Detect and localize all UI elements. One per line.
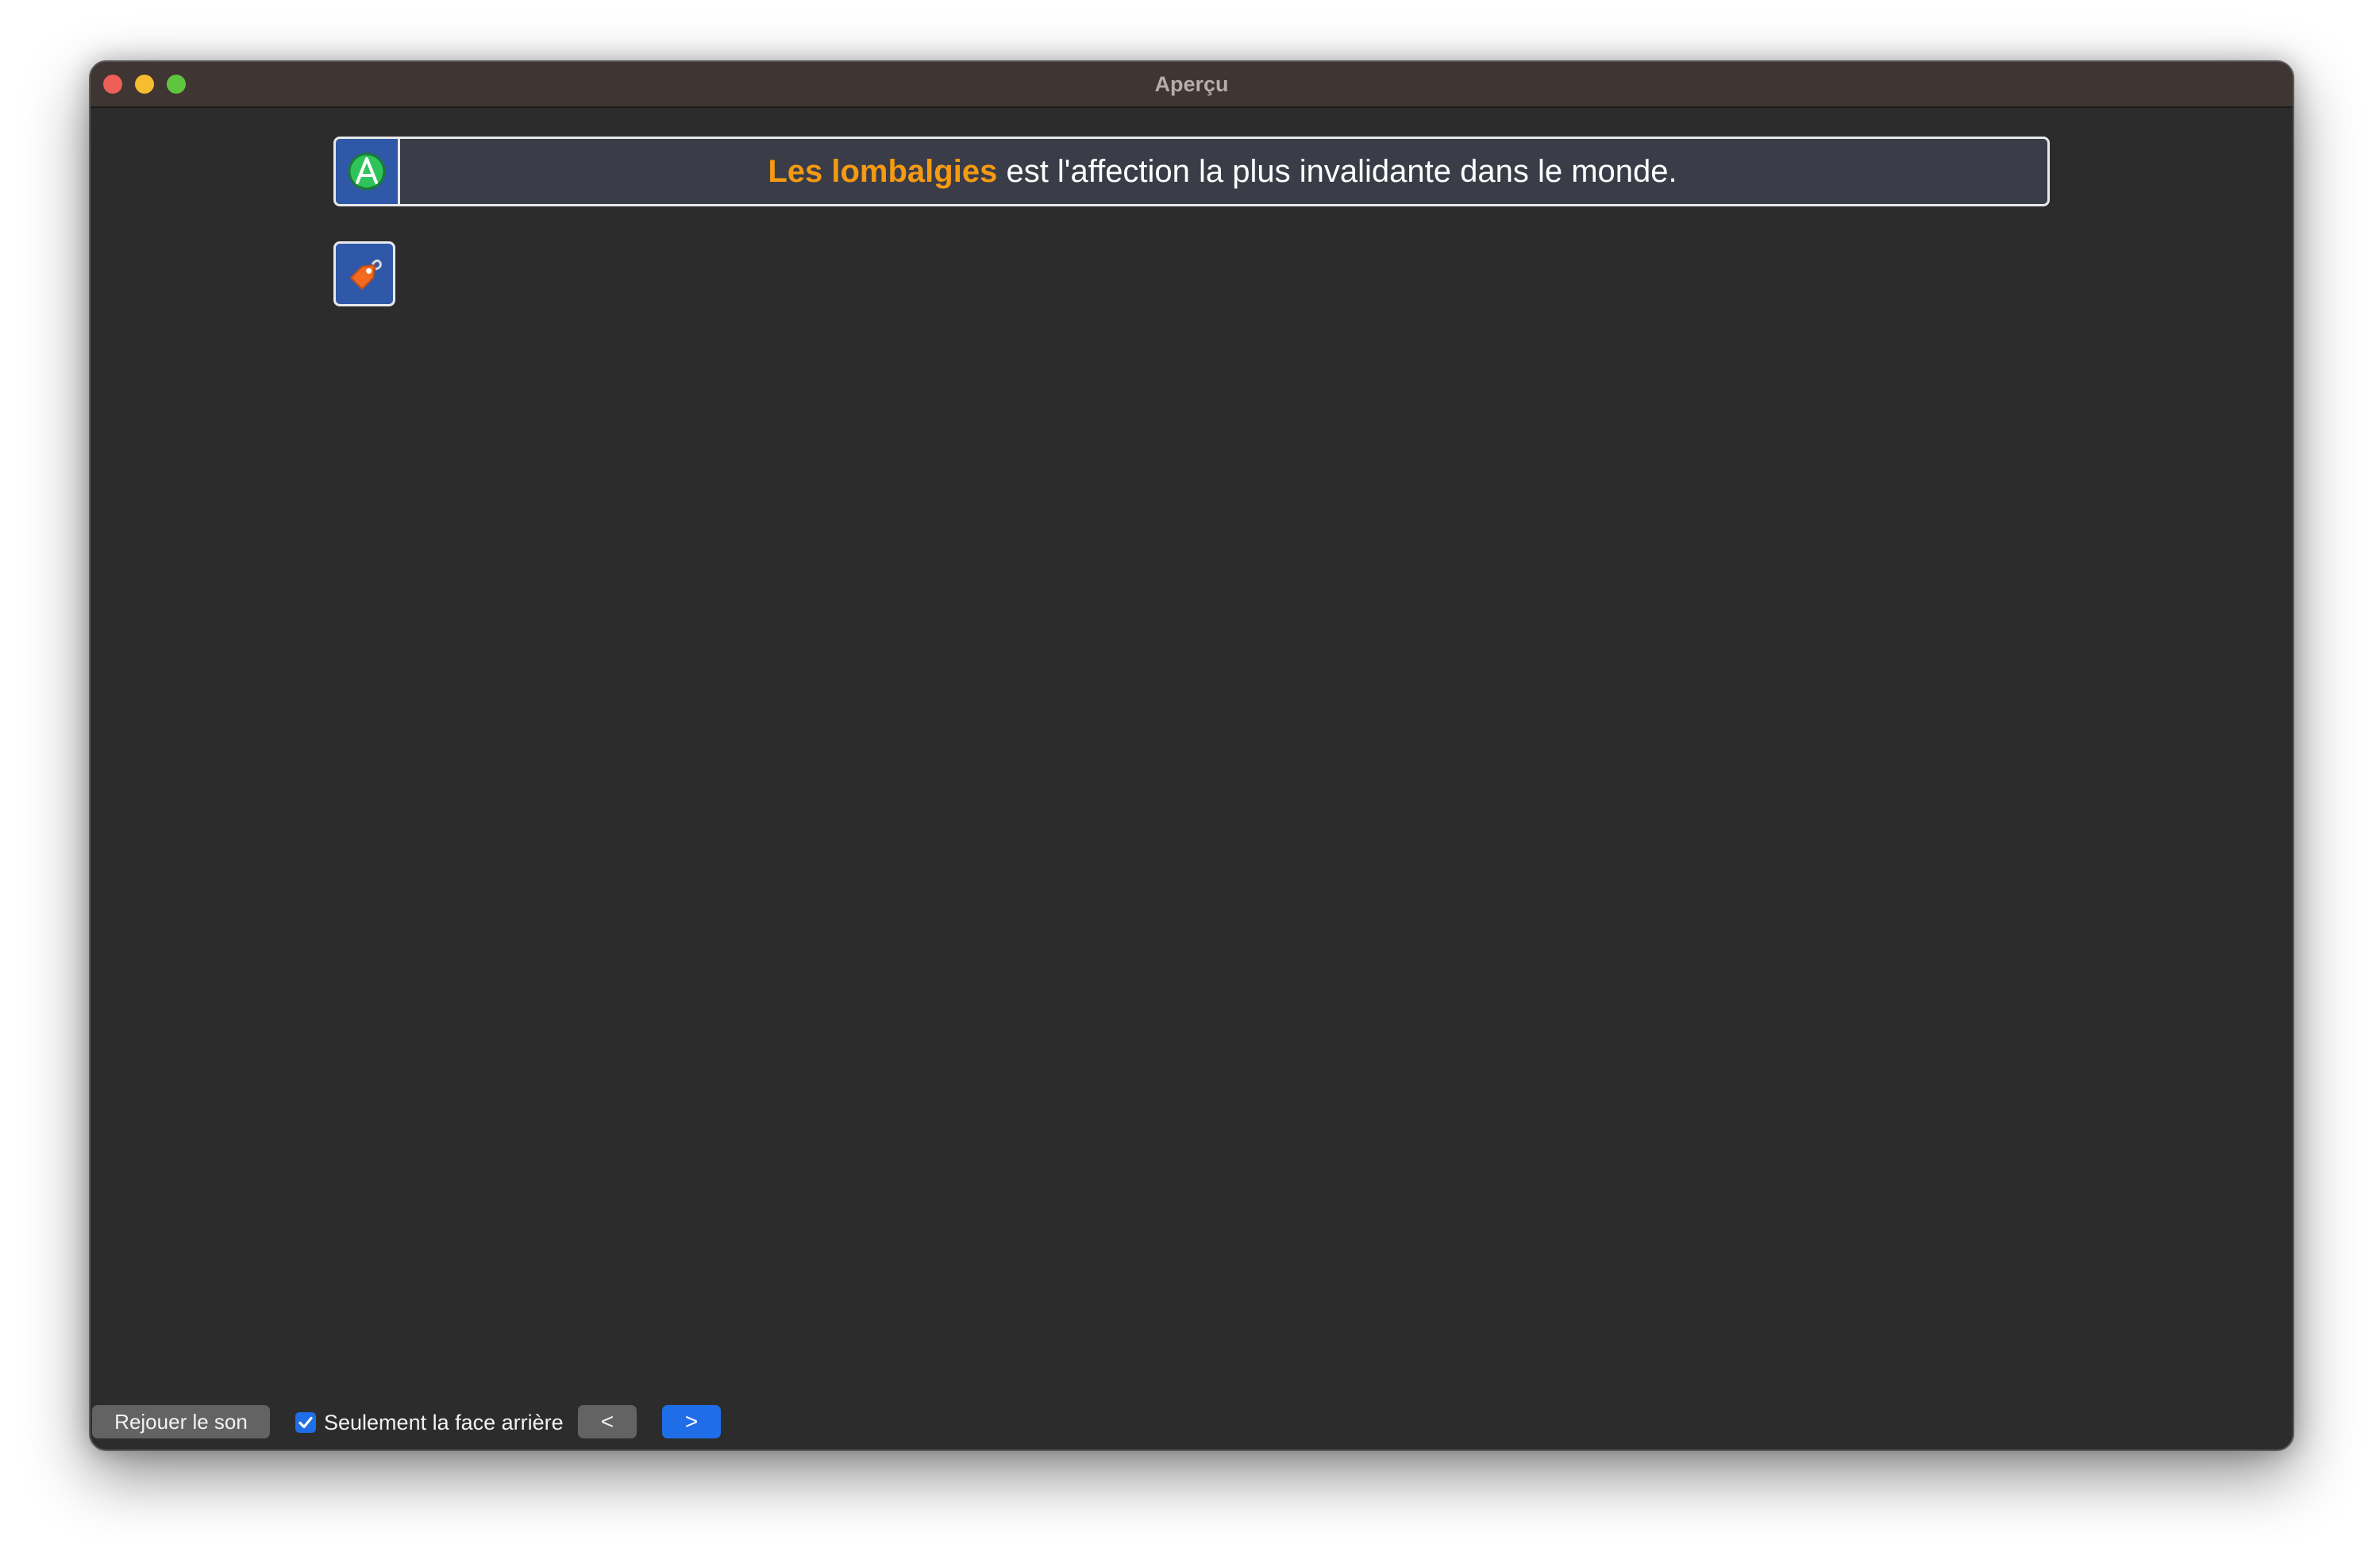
window-title: Aperçu [1154,72,1229,96]
card-highlight-text: Les lombalgies [768,154,998,189]
card-front-box: Les lombalgies est l'affection la plus i… [333,137,2050,206]
preview-window: Aperçu Les lombalgies est l'affection la… [89,60,2294,1451]
card-text: Les lombalgies est l'affection la plus i… [398,139,2047,204]
previous-card-button[interactable]: < [578,1405,637,1438]
tag-icon-container[interactable] [333,241,395,306]
replay-sound-button[interactable]: Rejouer le son [92,1405,270,1438]
checkmark-icon [298,1416,313,1429]
card-body-text: est l'affection la plus invalidante dans… [997,154,1677,189]
back-only-checkbox[interactable] [295,1412,316,1433]
back-only-checkbox-row[interactable]: Seulement la face arrière [295,1407,564,1438]
tag-icon [349,259,382,291]
next-card-button[interactable]: > [662,1405,721,1438]
anki-deck-icon [348,152,386,191]
deck-icon-container [336,139,400,204]
bottom-toolbar: Rejouer le son Seulement la face arrière… [91,1405,2293,1445]
back-only-checkbox-label: Seulement la face arrière [324,1410,564,1434]
title-bar[interactable]: Aperçu [91,62,2293,108]
